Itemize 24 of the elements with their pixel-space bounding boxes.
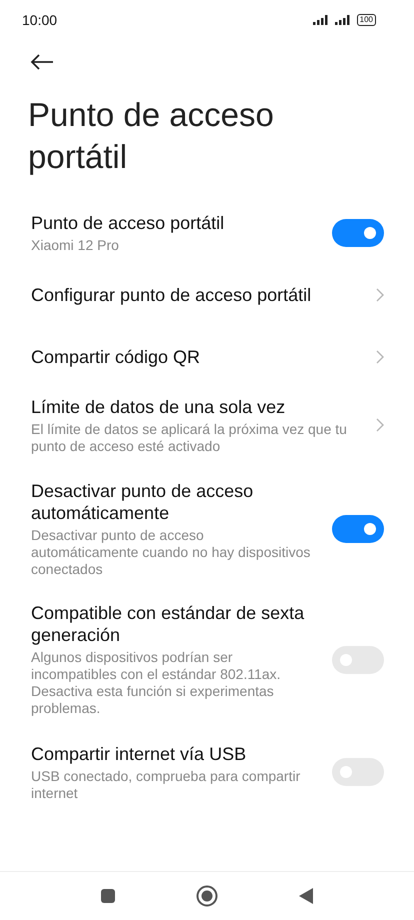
setting-description: El límite de datos se aplicará la próxima vez que tu punto de acceso esté activado [31, 420, 348, 454]
setting-description: Algunos dispositivos podrían ser incompatibles con el estándar 802.11ax. Desactiva esta función si experimentas problemas. [31, 649, 282, 717]
chevron-right-icon [376, 418, 384, 432]
setting-title[interactable]: Compatible con estándar de sexta generación [31, 602, 312, 646]
home-nav-icon[interactable] [196, 885, 218, 907]
status-time: 10:00 [22, 12, 58, 28]
setting-title[interactable]: Desactivar punto de acceso automáticamente [31, 480, 312, 524]
page-title: Punto de acceso portátil [28, 95, 275, 177]
toggle-switch[interactable] [332, 515, 384, 543]
setting-description: Xiaomi 12 Pro [31, 237, 120, 254]
setting-description: USB conectado, comprueba para compartir internet [31, 768, 302, 802]
back-arrow-icon[interactable] [30, 54, 54, 70]
chevron-right-icon [376, 350, 384, 364]
setting-title[interactable]: Configurar punto de acceso portátil [31, 284, 356, 306]
setting-title[interactable]: Límite de datos de una sola vez [31, 396, 356, 418]
square-nav-icon[interactable] [100, 888, 116, 904]
setting-description: Desactivar punto de acceso automáticamente cuando no hay dispositivos conectados [31, 527, 312, 578]
back-nav-icon[interactable] [298, 887, 314, 905]
battery-indicator: 100 [356, 14, 376, 26]
setting-title[interactable]: Compartir internet vía USB [31, 742, 312, 764]
setting-title[interactable]: Compartir código QR [31, 346, 356, 368]
chevron-right-icon [376, 288, 384, 302]
toggle-switch[interactable] [332, 219, 384, 247]
setting-title[interactable]: Punto de acceso portátil [31, 212, 312, 234]
